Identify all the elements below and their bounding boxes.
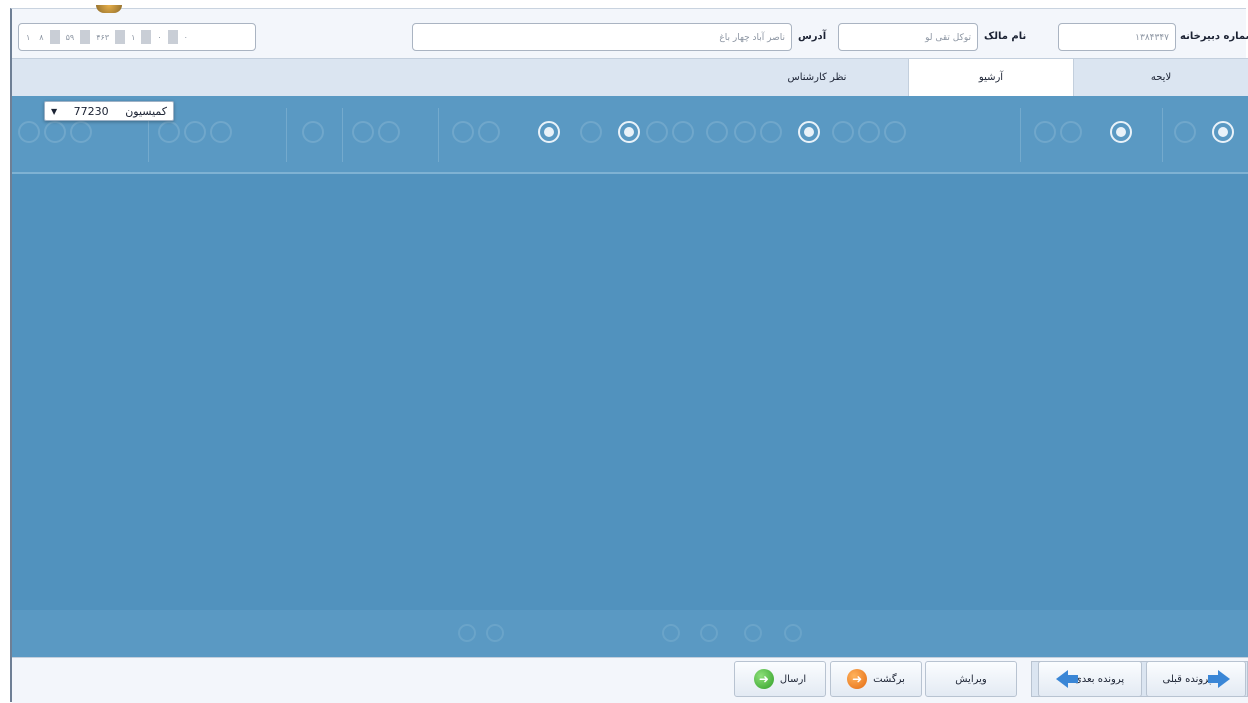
toolbar-divider xyxy=(438,108,439,162)
list-icon[interactable] xyxy=(618,121,640,143)
comment-icon[interactable] xyxy=(302,121,324,143)
tab-bill[interactable]: لایحه xyxy=(1074,59,1248,97)
toolbar-divider xyxy=(1020,108,1021,162)
image-icon[interactable] xyxy=(760,121,782,143)
edit-label: ویرایش xyxy=(955,673,987,685)
barcode-mark-icon xyxy=(141,30,152,44)
back-icon[interactable] xyxy=(452,121,474,143)
prev-page-icon[interactable] xyxy=(486,624,504,642)
home-icon[interactable] xyxy=(158,121,180,143)
toolbar-divider xyxy=(286,108,287,162)
signal-icon[interactable] xyxy=(1212,121,1234,143)
commission-value: 77230 xyxy=(73,104,109,118)
tab-archive[interactable]: آرشیو xyxy=(908,59,1074,97)
next-case-button[interactable]: پرونده بعدی xyxy=(1038,661,1142,697)
viewer-toolbar: ▼ 77230 کمیسیون xyxy=(12,96,1248,174)
barcode-mark-icon xyxy=(167,30,178,44)
owner-name-label: نام مالک xyxy=(984,31,1027,42)
last-page-icon[interactable] xyxy=(784,624,802,642)
arrow-right-icon xyxy=(1207,670,1230,688)
arrow-left-icon xyxy=(1055,670,1078,688)
barcode-mark-icon xyxy=(49,30,60,44)
person-icon[interactable] xyxy=(1174,121,1196,143)
toolbar-divider xyxy=(342,108,343,162)
play-icon[interactable] xyxy=(662,624,680,642)
code-segment: ۱ xyxy=(131,32,136,42)
case-number-field[interactable]: ۱۳۸۴۳۴۷ xyxy=(1058,23,1176,51)
commission-label: کمیسیون xyxy=(125,104,167,118)
previous-case-label: پرونده قبلی xyxy=(1162,673,1212,685)
send-arrow-icon: ➜ xyxy=(753,669,774,689)
grid-icon[interactable] xyxy=(70,121,92,143)
case-number-label: شماره دبیرخانه xyxy=(1180,31,1248,42)
save-icon[interactable] xyxy=(734,121,756,143)
code-segment: ۰ xyxy=(157,32,162,42)
pdf-icon[interactable] xyxy=(538,121,560,143)
send-button[interactable]: ارسال ➜ xyxy=(734,661,826,697)
previous-case-button[interactable]: پرونده قبلی xyxy=(1146,661,1246,697)
send-label: ارسال xyxy=(779,673,807,685)
pause-icon[interactable] xyxy=(700,624,718,642)
edit-button[interactable]: ویرایش xyxy=(925,661,1017,697)
refresh-icon[interactable] xyxy=(478,121,500,143)
owner-name-field[interactable]: توکل تقی لو xyxy=(838,23,978,51)
case-header: ۱ ۸ ۵۹ ۴۶۳ ۱ ۰ ۰ ناصر آباد چهار باغ آدرس… xyxy=(12,17,1248,59)
document-viewer[interactable]: ▼ 77230 کمیسیون xyxy=(12,96,1248,657)
next-case-label: پرونده بعدی xyxy=(1073,673,1125,685)
code-segment: ۵۹ xyxy=(65,32,75,42)
return-arrow-icon: ➜ xyxy=(847,669,868,689)
app-window: ۱ ۸ ۵۹ ۴۶۳ ۱ ۰ ۰ ناصر آباد چهار باغ آدرس… xyxy=(10,5,1248,703)
tab-expert-opinion[interactable]: نظر کارشناس xyxy=(726,59,908,97)
find-icon[interactable] xyxy=(378,121,400,143)
magnify-icon[interactable] xyxy=(1034,121,1056,143)
settings-icon[interactable] xyxy=(858,121,880,143)
viewer-nav-strip xyxy=(12,610,1248,657)
return-label: برگشت xyxy=(873,673,905,685)
return-button[interactable]: برگشت ➜ xyxy=(830,661,922,697)
next-page-icon[interactable] xyxy=(744,624,762,642)
zoom-icon[interactable] xyxy=(44,121,66,143)
print-preview-icon[interactable] xyxy=(210,121,232,143)
copy-icon[interactable] xyxy=(646,121,668,143)
case-navigation: پرونده قبلی پرونده بعدی xyxy=(1031,661,1248,697)
layers-icon[interactable] xyxy=(184,121,206,143)
print-icon[interactable] xyxy=(672,121,694,143)
address-field[interactable]: ناصر آباد چهار باغ xyxy=(412,23,792,51)
account-icon[interactable] xyxy=(1060,121,1082,143)
address-label: آدرس xyxy=(798,31,827,42)
chevron-down-icon: ▼ xyxy=(51,106,58,116)
barcode-mark-icon xyxy=(80,30,91,44)
close-icon[interactable] xyxy=(580,121,602,143)
toolbar-divider xyxy=(1162,108,1163,162)
code-segment: ۰ xyxy=(183,32,188,42)
first-page-icon[interactable] xyxy=(458,624,476,642)
code-segment: ۴۶۳ xyxy=(96,32,110,42)
barcode-mark-icon xyxy=(115,30,126,44)
logo-icon xyxy=(96,5,122,13)
code-field[interactable]: ۱ ۸ ۵۹ ۴۶۳ ۱ ۰ ۰ xyxy=(18,23,256,51)
scan-icon[interactable] xyxy=(1110,121,1132,143)
user-icon[interactable] xyxy=(352,121,374,143)
export-icon[interactable] xyxy=(798,121,820,143)
document-icon[interactable] xyxy=(884,121,906,143)
code-segment: ۱ xyxy=(26,32,31,42)
search-icon[interactable] xyxy=(18,121,40,143)
commission-select[interactable]: ▼ 77230 کمیسیون xyxy=(44,101,174,121)
action-bar: پرونده قبلی پرونده بعدی ویرایش برگشت ➜ ا… xyxy=(12,657,1248,703)
attach-icon[interactable] xyxy=(832,121,854,143)
tab-bar: لایحه آرشیو نظر کارشناس xyxy=(12,58,1248,97)
code-segment: ۸ xyxy=(39,32,44,42)
message-icon[interactable] xyxy=(706,121,728,143)
